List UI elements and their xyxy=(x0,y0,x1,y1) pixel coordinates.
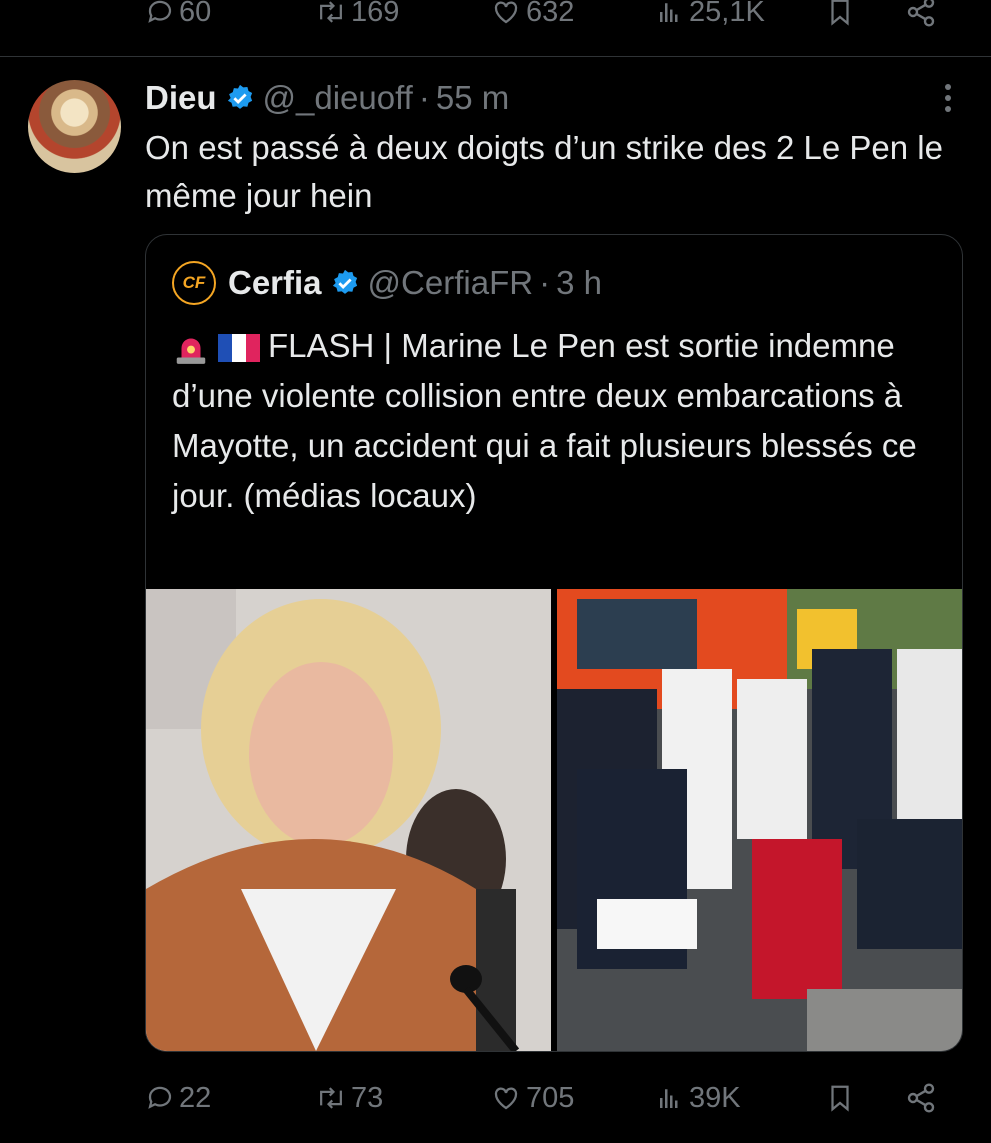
separator: · xyxy=(418,79,430,116)
retweet-button[interactable]: 169 xyxy=(315,0,490,29)
like-count: 632 xyxy=(526,0,575,28)
quote-text: FLASH | Marine Le Pen est sortie indemne… xyxy=(172,327,917,514)
retweet-button[interactable]: 73 xyxy=(315,1082,490,1115)
reply-count: 60 xyxy=(179,0,212,28)
reply-icon xyxy=(148,1086,172,1109)
verified-icon xyxy=(330,268,360,298)
bookmark-icon xyxy=(831,1085,849,1112)
retweet-icon xyxy=(320,1,342,23)
quote-header: CF Cerfia @CerfiaFR · 3 h xyxy=(172,261,602,305)
retweet-count: 73 xyxy=(351,1081,384,1114)
tweet-actions: 22 73 705 39K xyxy=(145,1078,961,1118)
bookmark-button[interactable] xyxy=(825,0,905,28)
share-button[interactable] xyxy=(905,0,937,28)
quoted-tweet[interactable]: CF Cerfia @CerfiaFR · 3 h FLASH | Marine… xyxy=(145,234,963,1052)
quote-author-handle: @CerfiaFR xyxy=(367,264,534,301)
quote-avatar: CF xyxy=(172,261,216,305)
avatar[interactable] xyxy=(28,80,121,173)
like-button[interactable]: 705 xyxy=(490,1082,655,1115)
views-button[interactable]: 25,1K xyxy=(655,0,825,29)
retweet-icon xyxy=(320,1087,342,1109)
tweet-header: Dieu @_dieuoff · 55 m xyxy=(145,76,509,120)
views-icon xyxy=(660,3,678,22)
reply-count: 22 xyxy=(179,1081,212,1114)
quote-time: 3 h xyxy=(556,264,602,301)
more-icon[interactable] xyxy=(943,84,953,117)
share-icon xyxy=(907,1083,935,1113)
verified-icon xyxy=(225,83,255,113)
like-icon xyxy=(494,1087,518,1110)
reply-button[interactable]: 60 xyxy=(145,0,315,29)
views-count: 25,1K xyxy=(689,0,765,28)
like-icon xyxy=(494,1,518,24)
bookmark-icon xyxy=(831,0,849,26)
quote-media[interactable] xyxy=(146,589,962,1051)
reply-icon xyxy=(148,0,172,23)
tweet-time[interactable]: 55 m xyxy=(436,79,509,117)
quote-text-block: FLASH | Marine Le Pen est sortie indemne… xyxy=(172,321,932,521)
quote-author-name: Cerfia xyxy=(228,264,322,301)
share-button[interactable] xyxy=(905,1082,937,1114)
retweet-count: 169 xyxy=(351,0,400,28)
views-icon xyxy=(660,1089,678,1108)
reply-button[interactable]: 22 xyxy=(145,1082,315,1115)
author-handle[interactable]: @_dieuoff xyxy=(263,79,413,117)
share-icon xyxy=(907,0,935,27)
siren-icon xyxy=(172,329,210,367)
separator: · xyxy=(539,264,551,301)
previous-tweet-actions: 60 169 632 25,1K xyxy=(145,0,961,32)
bookmark-button[interactable] xyxy=(825,1082,905,1114)
tweet-divider xyxy=(0,56,991,57)
photo-marine-le-pen[interactable] xyxy=(146,589,551,1051)
author-name[interactable]: Dieu xyxy=(145,79,217,117)
like-button[interactable]: 632 xyxy=(490,0,655,29)
views-button[interactable]: 39K xyxy=(655,1082,825,1115)
france-flag-icon xyxy=(218,333,260,363)
photo-accident-rescue[interactable] xyxy=(557,589,962,1051)
views-count: 39K xyxy=(689,1081,741,1114)
like-count: 705 xyxy=(526,1081,575,1114)
tweet-text: On est passé à deux doigts d’un strike d… xyxy=(145,129,943,214)
quote-avatar-text: CF xyxy=(182,273,206,292)
